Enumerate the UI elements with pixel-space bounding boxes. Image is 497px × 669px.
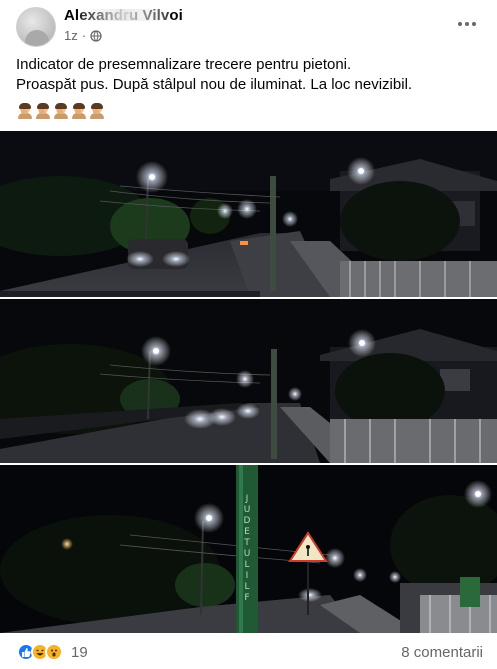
pole-letter: U bbox=[244, 505, 251, 515]
person-facepalm-emoji bbox=[53, 103, 69, 119]
comments-link[interactable]: 8 comentarii bbox=[401, 644, 483, 661]
author-name-redaction bbox=[78, 9, 170, 21]
reactions-summary[interactable]: 19 bbox=[17, 643, 88, 661]
pole-letter: L bbox=[244, 582, 249, 592]
pole-letter: E bbox=[244, 527, 250, 537]
reaction-count[interactable]: 19 bbox=[71, 644, 88, 661]
pole-letter: F bbox=[244, 593, 249, 603]
post-footer: 19 8 comentarii bbox=[0, 636, 497, 669]
post-time[interactable]: 1z bbox=[64, 28, 78, 43]
wow-icon bbox=[45, 643, 63, 661]
more-options-icon bbox=[458, 22, 462, 26]
post-photo-1[interactable] bbox=[0, 131, 497, 297]
meta-separator: · bbox=[81, 28, 87, 43]
person-facepalm-emoji bbox=[17, 103, 33, 119]
avatar[interactable] bbox=[16, 7, 56, 47]
emoji-row bbox=[17, 103, 105, 119]
post-meta: 1z · bbox=[64, 28, 102, 43]
person-facepalm-emoji bbox=[35, 103, 51, 119]
person-facepalm-emoji bbox=[89, 103, 105, 119]
pole-letter: T bbox=[243, 538, 250, 548]
pole-letter: U bbox=[244, 549, 251, 559]
more-options-icon bbox=[465, 22, 469, 26]
post-text-line: Indicator de presemnalizare trecere pent… bbox=[16, 56, 352, 73]
pole-lettering: JUDETULILF bbox=[243, 494, 250, 603]
post-text-line: Proaspăt pus. După stâlpul nou de ilumin… bbox=[16, 76, 413, 93]
pole-letter: J bbox=[245, 494, 249, 504]
post-header: Alexandru Vilvoi 1z · bbox=[0, 0, 497, 50]
post-text: Indicator de presemnalizare trecere pent… bbox=[16, 55, 486, 95]
pole-letter: D bbox=[244, 516, 251, 526]
pole-letter: L bbox=[244, 560, 249, 570]
post-photo-2[interactable] bbox=[0, 299, 497, 463]
more-options-button[interactable] bbox=[455, 14, 479, 34]
person-facepalm-emoji bbox=[71, 103, 87, 119]
more-options-icon bbox=[472, 22, 476, 26]
post-photo-3[interactable]: JUDETULILF bbox=[0, 465, 497, 633]
pole-letter: I bbox=[246, 571, 249, 581]
globe-icon bbox=[90, 29, 102, 42]
